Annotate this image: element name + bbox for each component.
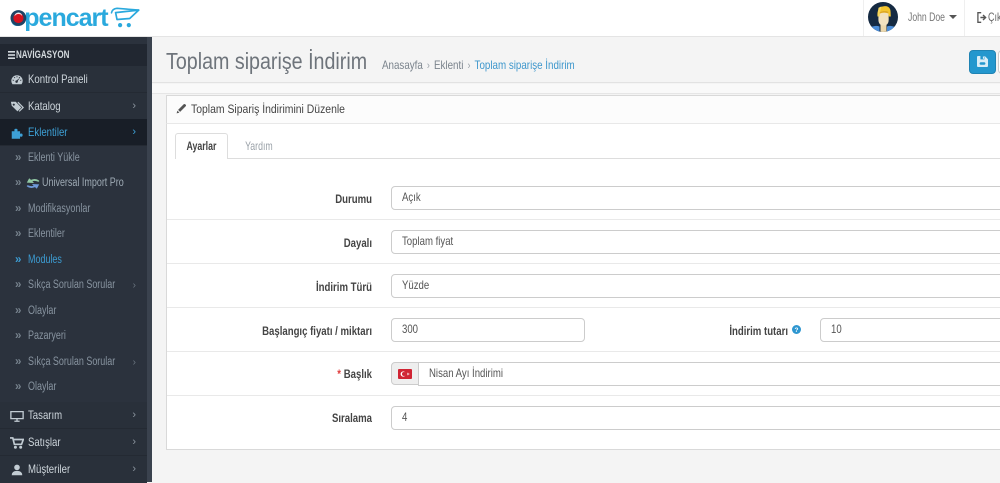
svg-text:?: ? [795,327,799,334]
